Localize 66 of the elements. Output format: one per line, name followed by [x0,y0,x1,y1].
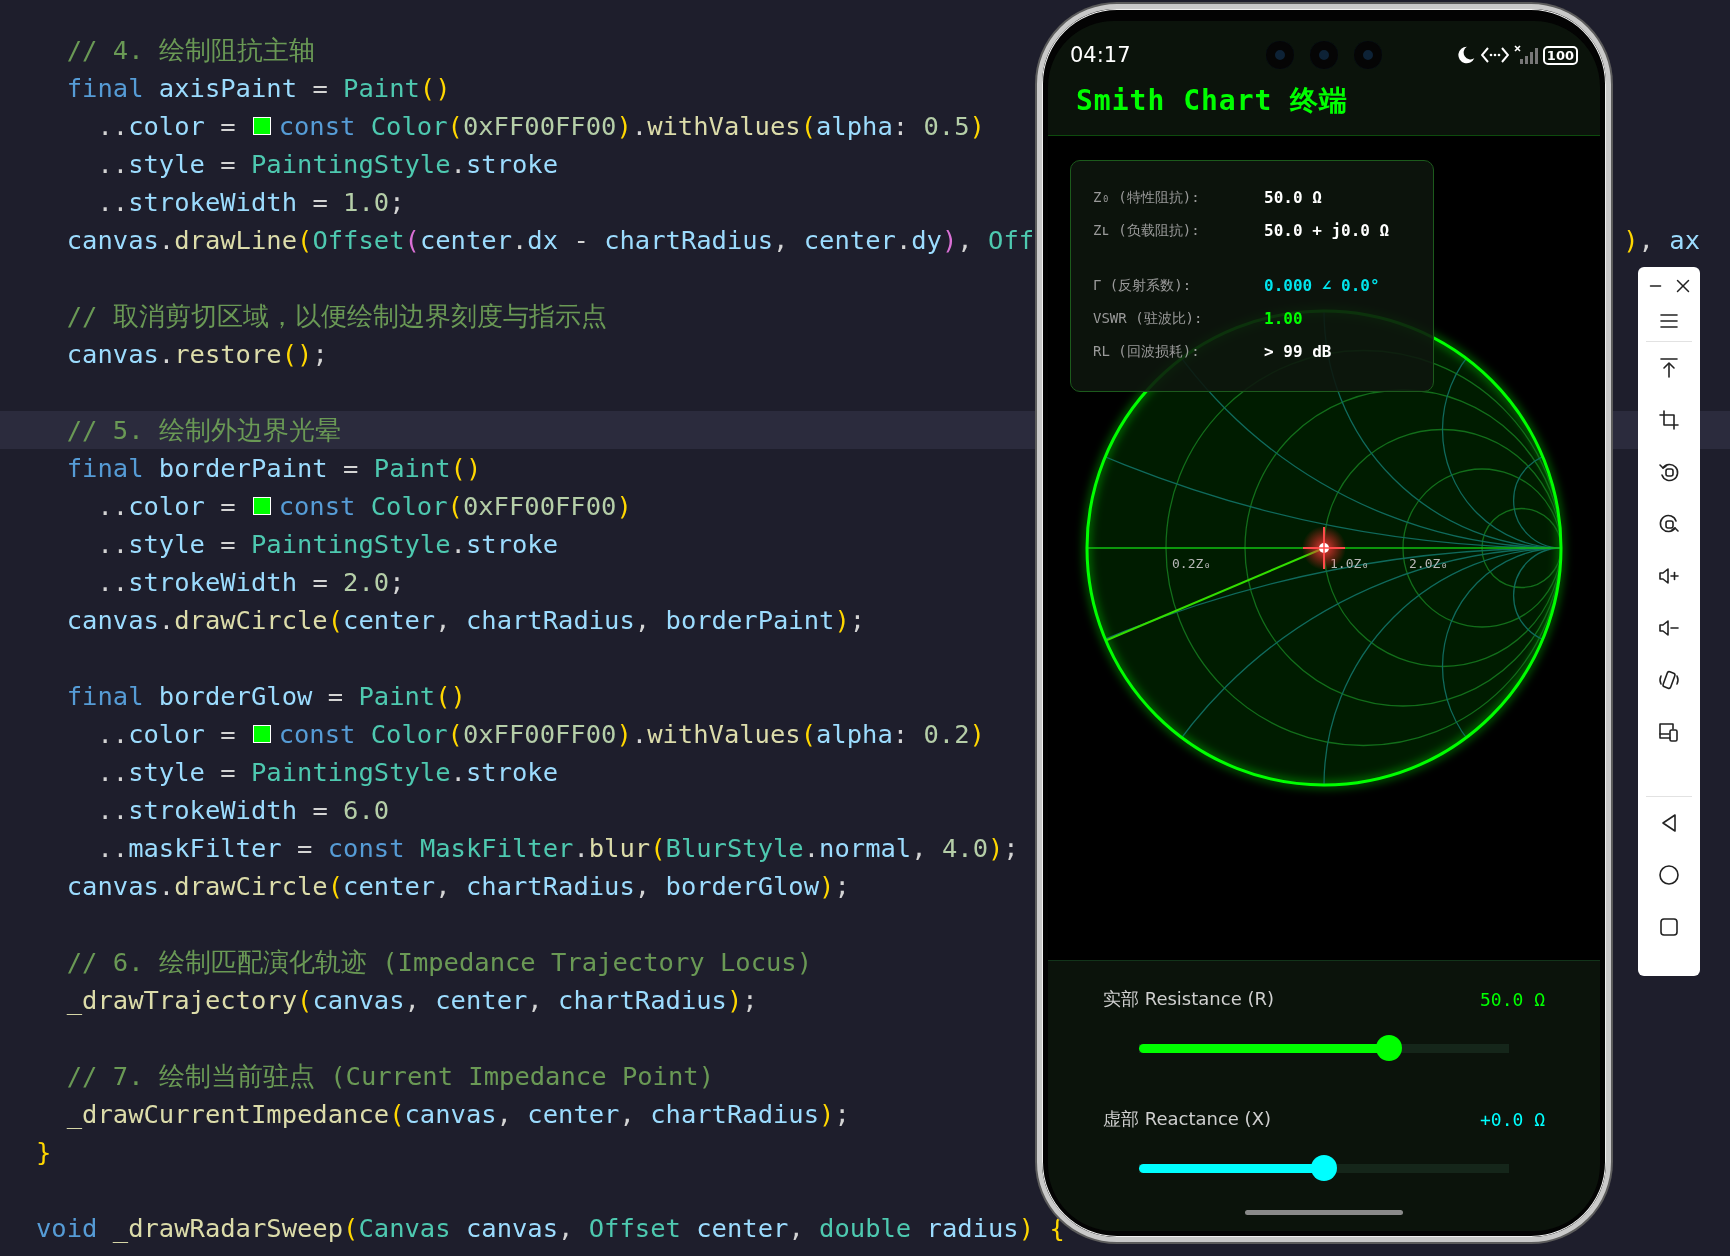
code-line: const Color(0xFF00FF00) [278,490,632,522]
camera-cutout [1310,41,1338,69]
recents-icon[interactable] [1657,915,1681,939]
code-line: // 7. 绘制当前驻点 (Current Impedance Point) [65,1060,714,1092]
readout-label: Γ (反射系数): [1093,276,1193,295]
chart-label: 0.2Z₀ [1172,556,1212,571]
slider-thumb[interactable] [1376,1035,1403,1061]
code-line: const Color(0xFF00FF00).withValues(alpha: 0.5) [278,110,985,142]
code-line: _drawTrajectory(canvas, center, chartRadius); [65,984,758,1016]
moon-icon [1455,45,1476,65]
readout-label: VSWR (驻波比): [1093,309,1204,328]
code-line: // 取消剪切区域，以便绘制边界刻度与指示点 [65,300,607,332]
home-icon[interactable] [1657,863,1681,887]
slider-label: 实部 Resistance (R) [1103,987,1274,1011]
code-line: final borderPaint = Paint() [65,452,482,484]
chart-label: 2.0Z₀ [1409,556,1449,571]
camera-cutout [1354,41,1382,69]
code-line: ..strokeWidth = 6.0 [96,794,390,826]
status-time: 04:17 [1070,43,1132,67]
app-title: Smith Chart 终端 [1076,84,1349,117]
code-line: ), ax [1623,224,1700,256]
code-line: _drawCurrentImpedance(canvas, center, chartRadius); [65,1098,850,1130]
color-swatch-icon[interactable] [252,117,271,135]
code-line: const Color(0xFF00FF00).withValues(alpha: 0.2) [278,718,985,750]
readout-value: 1.00 [1264,309,1303,328]
code-line: // 6. 绘制匹配演化轨迹 (Impedance Trajectory Locus) [65,946,813,978]
code-line: canvas.drawLine(Offset(center.dx - chartRadius, center.dy), Off [65,224,1035,256]
code-line: ..maskFilter = const MaskFilter.blur(BlurStyle.normal, 4.0); [96,832,1019,864]
data-transfer-icon [1480,45,1509,65]
code-line: // 5. 绘制外边界光晕 [65,414,341,446]
readout-value: 50.0 Ω [1264,188,1322,207]
phone-shake-icon[interactable] [1657,668,1681,692]
readout-value: 0.000 ∠ 0.0° [1264,276,1380,295]
code-line: ..style = PaintingStyle.stroke [96,528,559,560]
readout-value: > 99 dB [1264,342,1332,361]
color-swatch-icon[interactable] [252,725,271,743]
code-line: ..color = [96,490,236,522]
color-swatch-icon[interactable] [252,497,271,515]
code-line: ..color = [96,718,236,750]
code-line: ..color = [96,110,236,142]
code-line: // 4. 绘制阻抗主轴 [65,34,315,66]
code-line: ..style = PaintingStyle.stroke [96,148,559,180]
readout-label: Z₀ (特性阻抗): [1093,188,1201,207]
battery-indicator: 100 [1542,45,1578,65]
code-line: ..strokeWidth = 2.0; [96,566,405,598]
code-line: ..style = PaintingStyle.stroke [96,756,559,788]
signal-icon [1513,45,1538,65]
slider-value: +0.0 Ω [1479,1108,1545,1130]
arrow-to-top-icon[interactable] [1657,356,1681,380]
camera-cutout [1266,41,1294,69]
code-line: } [36,1136,52,1168]
readout-value: 50.0 + j0.0 Ω [1264,221,1390,240]
code-line: ..strokeWidth = 1.0; [96,186,405,218]
crop-icon[interactable] [1657,408,1681,432]
code-line: canvas.drawCircle(center, chartRadius, borderGlow); [65,870,850,902]
chart-label: 1.0Z₀ [1330,556,1370,571]
code-line: canvas.drawCircle(center, chartRadius, borderPaint); [65,604,866,636]
slider-value: 50.0 Ω [1479,988,1545,1010]
code-line: final axisPaint = Paint() [65,72,451,104]
code-line: canvas.restore(); [65,338,328,370]
slider-label: 虚部 Reactance (X) [1103,1107,1271,1131]
code-line: final borderGlow = Paint() [65,680,466,712]
devices-icon[interactable] [1657,720,1681,744]
readout-label: Zʟ (负载阻抗): [1093,221,1201,240]
readout-label: RL (回波损耗): [1093,342,1201,361]
slider-thumb[interactable] [1311,1155,1337,1181]
